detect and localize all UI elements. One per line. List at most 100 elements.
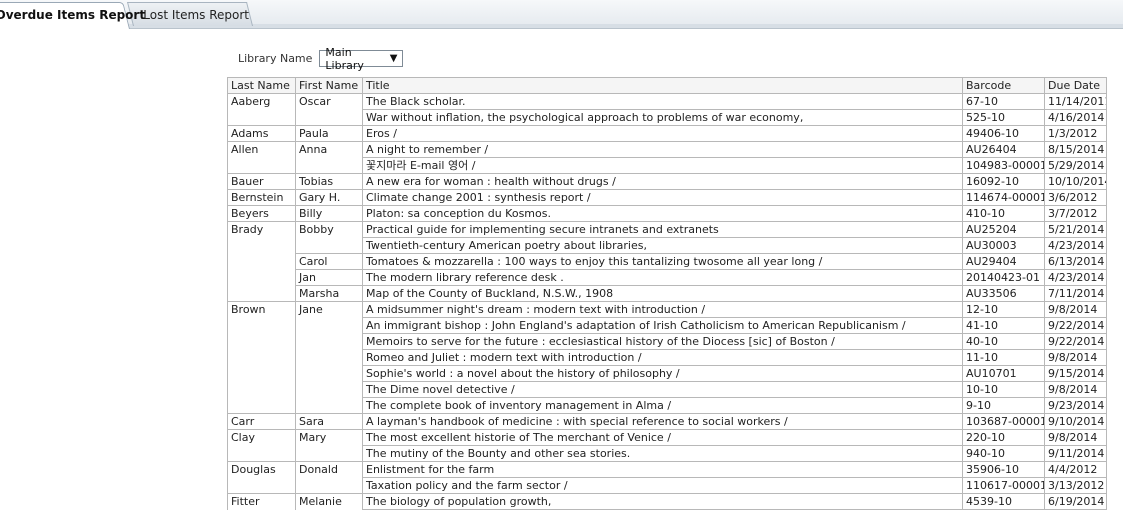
table-row: Carol Tomatoes & mozzarella : 100 ways to… [227,253,1107,270]
library-filter: Library Name Main Library ▼ [238,46,404,72]
column-header-title[interactable]: Title [362,77,963,94]
column-header-due-date[interactable]: Due Date [1044,77,1107,94]
cell-barcode: 10-10 [962,381,1045,398]
cell-first-name: Donald [295,461,363,478]
table-row: War without inflation, the psychological… [227,109,1107,126]
cell-last-name: Brown [227,301,296,318]
cell-due-date: 1/3/2012 [1044,125,1107,142]
tab-overdue-items-report[interactable]: Overdue Items Report [0,2,145,29]
cell-last-name [227,157,296,174]
cell-last-name: Bauer [227,173,296,190]
cell-due-date: 4/23/2014 [1044,237,1107,254]
cell-barcode: 940-10 [962,445,1045,462]
cell-title: A midsummer night's dream : modern text … [362,301,963,318]
cell-last-name [227,397,296,414]
column-header-first-name[interactable]: First Name [295,77,363,94]
table-header-row: Last Name First Name Title Barcode Due D… [227,77,1107,94]
cell-barcode: 67-10 [962,93,1045,110]
cell-first-name [295,381,363,398]
cell-barcode: AU10701 [962,365,1045,382]
cell-last-name [227,445,296,462]
cell-title: Sophie's world : a novel about the histo… [362,365,963,382]
cell-due-date: 9/8/2014 [1044,301,1107,318]
cell-last-name [227,381,296,398]
cell-title: Eros / [362,125,963,142]
cell-due-date: 5/29/2014 [1044,157,1107,174]
cell-barcode: AU29404 [962,253,1045,270]
cell-first-name [295,317,363,334]
cell-first-name: Paula [295,125,363,142]
table-row: Adams Paula Eros /49406-10 1/3/2012 [227,125,1107,142]
cell-first-name [295,333,363,350]
table-row: Fitter Melanie The biology of population g… [227,493,1107,510]
cell-last-name: Fitter [227,493,296,510]
cell-title: Climate change 2001 : synthesis report / [362,189,963,206]
cell-due-date: 9/22/2014 [1044,317,1107,334]
table-row: Romeo and Juliet : modern text with intr… [227,349,1107,366]
library-name-value: Main Library [325,45,364,72]
library-name-label: Library Name [238,52,313,65]
table-row: Brady Bobby Practical guide for implementi… [227,221,1107,238]
cell-barcode: 220-10 [962,429,1045,446]
cell-last-name: Clay [227,429,296,446]
cell-first-name: Sara [295,413,363,430]
cell-due-date: 9/10/2014 [1044,413,1107,430]
cell-barcode: 11-10 [962,349,1045,366]
cell-due-date: 9/8/2014 [1044,349,1107,366]
table-row: The mutiny of the Bounty and other sea s… [227,445,1107,462]
cell-last-name: Aaberg [227,93,296,110]
column-header-barcode[interactable]: Barcode [962,77,1045,94]
tab-label: Lost Items Report [143,8,250,22]
cell-barcode: AU30003 [962,237,1045,254]
table-row: An immigrant bishop : John England's ada… [227,317,1107,334]
cell-title: A night to remember / [362,141,963,158]
cell-last-name: Adams [227,125,296,142]
table-row: Aaberg Oscar The Black scholar. 67-10 11/14/… [227,93,1107,110]
cell-barcode: 20140423-01 [962,269,1045,286]
cell-first-name [295,157,363,174]
cell-barcode: 16092-10 [962,173,1045,190]
cell-first-name [295,237,363,254]
cell-due-date: 4/16/2014 [1044,109,1107,126]
cell-first-name: Carol [295,253,363,270]
cell-due-date: 7/11/2014 [1044,285,1107,302]
cell-barcode: AU25204 [962,221,1045,238]
cell-title: Map of the County of Buckland, N.S.W., 1… [362,285,963,302]
table-row: Marsha Map of the County of Buckland, N.S… [227,285,1107,302]
cell-barcode: 49406-10 [962,125,1045,142]
cell-title: Twentieth-century American poetry about … [362,237,963,254]
cell-last-name [227,237,296,254]
cell-title: The Dime novel detective / [362,381,963,398]
cell-last-name [227,269,296,286]
table-row: The Dime novel detective /10-10 9/8/2014 [227,381,1107,398]
table-row: Allen Anna A night to remember / AU26404 8/1… [227,141,1107,158]
dropdown-arrow-icon[interactable]: ▼ [390,53,398,64]
cell-due-date: 9/8/2014 [1044,381,1107,398]
report-tab-bar: Lost Items Report Overdue Items Report [0,0,1123,29]
overdue-items-table: Last Name First Name Title Barcode Due D… [227,77,1107,510]
tab-lost-items-report[interactable]: Lost Items Report [127,2,253,26]
table-row: Douglas Donald Enlistment for the farm 3590… [227,461,1107,478]
table-row: Memoirs to serve for the future : eccles… [227,333,1107,350]
library-name-select[interactable]: Main Library ▼ [319,46,404,72]
cell-title: The most excellent historie of The merch… [362,429,963,446]
table-row: Jan The modern library reference desk . 20… [227,269,1107,286]
cell-barcode: 114674-000010 [962,189,1045,206]
cell-due-date: 6/13/2014 [1044,253,1107,270]
cell-barcode: 410-10 [962,205,1045,222]
table-row: Bernstein Gary H. Climate change 2001 : sy… [227,189,1107,206]
cell-first-name: Billy [295,205,363,222]
cell-due-date: 9/22/2014 [1044,333,1107,350]
cell-last-name: Carr [227,413,296,430]
cell-last-name: Douglas [227,461,296,478]
cell-due-date: 10/10/2014 [1044,173,1107,190]
cell-title: A layman's handbook of medicine : with s… [362,413,963,430]
table-row: Beyers Billy Platon: sa conception du Kosm… [227,205,1107,222]
cell-due-date: 6/19/2014 [1044,493,1107,510]
cell-due-date: 3/13/2012 [1044,477,1107,494]
cell-barcode: 9-10 [962,397,1045,414]
cell-barcode: 525-10 [962,109,1045,126]
cell-due-date: 9/11/2014 [1044,445,1107,462]
cell-title: Memoirs to serve for the future : eccles… [362,333,963,350]
column-header-last-name[interactable]: Last Name [227,77,296,94]
